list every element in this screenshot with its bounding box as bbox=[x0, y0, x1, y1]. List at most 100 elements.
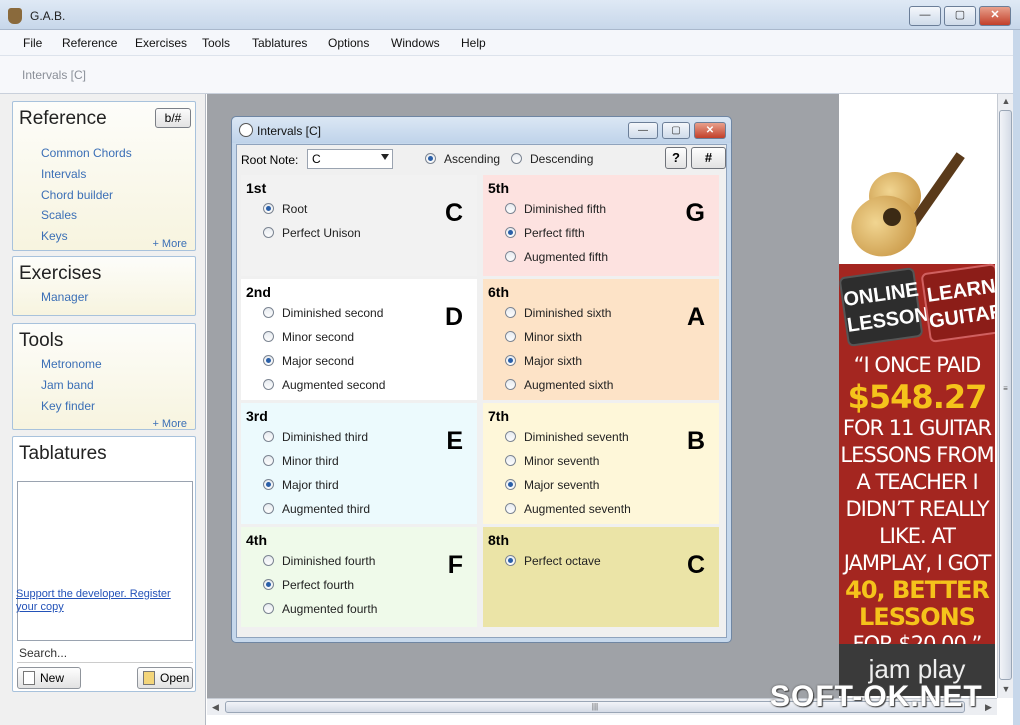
intervals-title-bar[interactable]: Intervals [C] — ▢ ✕ bbox=[232, 117, 731, 143]
interval-option-radio[interactable] bbox=[263, 307, 274, 318]
interval-option-radio[interactable] bbox=[263, 431, 274, 442]
interval-option-radio[interactable] bbox=[505, 307, 516, 318]
link-scales[interactable]: Scales bbox=[41, 208, 77, 222]
link-metronome[interactable]: Metronome bbox=[41, 357, 102, 371]
interval-option-radio[interactable] bbox=[263, 331, 274, 342]
interval-option-radio[interactable] bbox=[505, 355, 516, 366]
reference-more-link[interactable]: + More bbox=[152, 238, 187, 250]
interval-option-radio[interactable] bbox=[505, 555, 516, 566]
interval-option-label: Major second bbox=[282, 354, 355, 368]
interval-option-label: Augmented third bbox=[282, 502, 371, 516]
sharp-button[interactable]: # bbox=[691, 147, 726, 169]
tools-more-link[interactable]: + More bbox=[152, 418, 187, 430]
intervals-window-icon bbox=[239, 123, 253, 137]
scroll-left-icon[interactable]: ◀ bbox=[209, 701, 222, 714]
breadcrumb-tab[interactable]: Intervals [C] bbox=[22, 68, 86, 82]
link-jam-band[interactable]: Jam band bbox=[41, 378, 94, 392]
toolbar: Intervals [C] bbox=[0, 56, 1020, 94]
menu-help[interactable]: Help bbox=[461, 36, 486, 50]
interval-option-radio[interactable] bbox=[263, 355, 274, 366]
learn-guitar-badge: LEARN GUITAR bbox=[920, 263, 995, 343]
interval-degree: 8th bbox=[488, 532, 509, 548]
interval-option-radio[interactable] bbox=[263, 227, 274, 238]
interval-option-label: Minor seventh bbox=[524, 454, 600, 468]
intervals-window-title: Intervals [C] bbox=[257, 124, 322, 138]
child-close-button[interactable]: ✕ bbox=[694, 122, 726, 139]
link-chord-builder[interactable]: Chord builder bbox=[41, 188, 113, 202]
menu-exercises[interactable]: Exercises bbox=[135, 36, 187, 50]
interval-option-radio[interactable] bbox=[263, 203, 274, 214]
maximize-button[interactable]: ▢ bbox=[944, 6, 976, 26]
interval-option-radio[interactable] bbox=[505, 331, 516, 342]
interval-option-radio[interactable] bbox=[263, 379, 274, 390]
scroll-up-icon[interactable]: ▲ bbox=[1000, 96, 1012, 108]
flat-sharp-toggle-button[interactable]: b/# bbox=[155, 108, 191, 128]
menu-options[interactable]: Options bbox=[328, 36, 369, 50]
chevron-down-icon bbox=[381, 154, 389, 160]
app-icon bbox=[8, 8, 22, 24]
interval-cell: 4th F Diminished fourth Perfect fourth Augme… bbox=[241, 527, 477, 627]
link-common-chords[interactable]: Common Chords bbox=[41, 146, 132, 160]
child-minimize-button[interactable]: — bbox=[628, 122, 658, 139]
interval-option-radio[interactable] bbox=[505, 431, 516, 442]
tablatures-list[interactable] bbox=[17, 481, 193, 641]
support-developer-link[interactable]: Support the developer. Register your cop… bbox=[16, 588, 191, 614]
child-maximize-button[interactable]: ▢ bbox=[662, 122, 690, 139]
interval-option-label: Augmented sixth bbox=[524, 378, 614, 392]
menu-reference[interactable]: Reference bbox=[62, 36, 117, 50]
menu-windows[interactable]: Windows bbox=[391, 36, 440, 50]
interval-note: F bbox=[447, 551, 463, 579]
interval-option-radio[interactable] bbox=[263, 455, 274, 466]
descending-radio[interactable] bbox=[511, 153, 522, 164]
interval-option-radio[interactable] bbox=[263, 579, 274, 590]
interval-option-radio[interactable] bbox=[505, 479, 516, 490]
new-file-icon bbox=[23, 671, 35, 685]
scroll-right-icon[interactable]: ▶ bbox=[982, 701, 995, 714]
link-manager[interactable]: Manager bbox=[41, 290, 88, 304]
descending-label: Descending bbox=[530, 152, 594, 166]
help-button[interactable]: ? bbox=[665, 147, 687, 169]
interval-option-radio[interactable] bbox=[263, 479, 274, 490]
interval-option-radio[interactable] bbox=[505, 203, 516, 214]
interval-option-radio[interactable] bbox=[505, 379, 516, 390]
interval-degree: 1st bbox=[246, 180, 267, 196]
new-label: New bbox=[40, 671, 65, 685]
interval-option-label: Diminished sixth bbox=[524, 306, 612, 320]
interval-degree: 2nd bbox=[246, 284, 271, 300]
root-note-select[interactable]: C bbox=[307, 149, 393, 169]
interval-option-label: Minor third bbox=[282, 454, 339, 468]
jamplay-ad[interactable]: ONLINE LESSONS LEARN GUITAR “I ONCE PAID… bbox=[839, 96, 995, 696]
reference-panel: Reference b/# Common Chords Intervals Ch… bbox=[12, 101, 196, 251]
interval-note: B bbox=[686, 427, 705, 455]
interval-option-label: Major third bbox=[282, 478, 339, 492]
open-tab-button[interactable]: Open bbox=[137, 667, 193, 689]
root-note-value: C bbox=[312, 152, 321, 166]
scroll-down-icon[interactable]: ▼ bbox=[1000, 684, 1012, 696]
interval-option-radio[interactable] bbox=[505, 455, 516, 466]
interval-option-label: Perfect Unison bbox=[282, 226, 361, 240]
interval-option-radio[interactable] bbox=[505, 503, 516, 514]
link-key-finder[interactable]: Key finder bbox=[41, 399, 95, 413]
link-intervals[interactable]: Intervals bbox=[41, 167, 86, 181]
minimize-button[interactable]: — bbox=[909, 6, 941, 26]
interval-degree: 4th bbox=[246, 532, 267, 548]
ascending-radio[interactable] bbox=[425, 153, 436, 164]
new-tab-button[interactable]: New bbox=[17, 667, 81, 689]
interval-degree: 7th bbox=[488, 408, 509, 424]
interval-option-radio[interactable] bbox=[505, 227, 516, 238]
interval-option-radio[interactable] bbox=[263, 603, 274, 614]
exercises-title: Exercises bbox=[19, 263, 102, 284]
interval-option-radio[interactable] bbox=[505, 251, 516, 262]
vertical-scrollbar[interactable]: ▲ ≡ ▼ bbox=[997, 94, 1013, 698]
interval-option-radio[interactable] bbox=[263, 555, 274, 566]
close-button[interactable]: ✕ bbox=[979, 6, 1011, 26]
menu-tablatures[interactable]: Tablatures bbox=[252, 36, 307, 50]
link-keys[interactable]: Keys bbox=[41, 229, 68, 243]
menu-tools[interactable]: Tools bbox=[202, 36, 230, 50]
vertical-scroll-thumb[interactable]: ≡ bbox=[999, 110, 1012, 680]
tablatures-search-input[interactable]: Search... bbox=[17, 643, 193, 663]
menu-file[interactable]: File bbox=[23, 36, 42, 50]
interval-option-radio[interactable] bbox=[263, 503, 274, 514]
interval-note: A bbox=[686, 303, 705, 331]
interval-option-label: Minor sixth bbox=[524, 330, 583, 344]
